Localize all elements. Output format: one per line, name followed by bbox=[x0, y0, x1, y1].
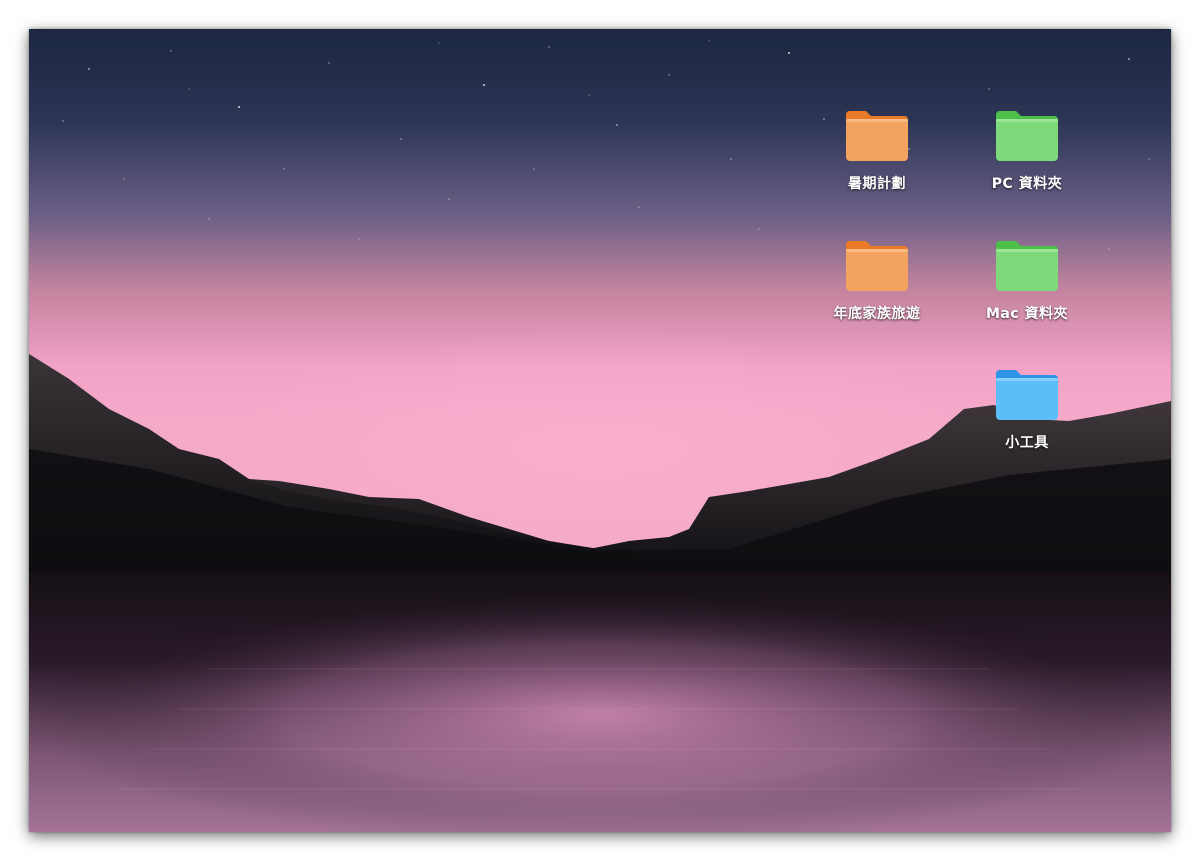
folder-icon bbox=[996, 241, 1058, 291]
desktop-screen: 暑期計劃 PC 資料夾 年底家族旅遊 Mac 資料夾 小工具 bbox=[29, 29, 1171, 832]
folder-summer-plan[interactable]: 暑期計劃 bbox=[822, 109, 932, 209]
folder-icon bbox=[996, 370, 1058, 420]
folder-icon bbox=[846, 111, 908, 161]
desktop-icons: 暑期計劃 PC 資料夾 年底家族旅遊 Mac 資料夾 小工具 bbox=[29, 29, 1171, 832]
folder-label: 年底家族旅遊 bbox=[833, 306, 921, 322]
folder-mac[interactable]: Mac 資料夾 bbox=[972, 239, 1082, 339]
folder-tools[interactable]: 小工具 bbox=[972, 368, 1082, 468]
folder-label: 小工具 bbox=[1005, 435, 1049, 451]
folder-label: 暑期計劃 bbox=[848, 176, 906, 192]
folder-icon bbox=[996, 111, 1058, 161]
folder-label: PC 資料夾 bbox=[991, 176, 1063, 192]
folder-pc[interactable]: PC 資料夾 bbox=[972, 109, 1082, 209]
folder-icon bbox=[846, 241, 908, 291]
folder-year-end-trip[interactable]: 年底家族旅遊 bbox=[822, 239, 932, 339]
folder-label: Mac 資料夾 bbox=[985, 306, 1069, 322]
